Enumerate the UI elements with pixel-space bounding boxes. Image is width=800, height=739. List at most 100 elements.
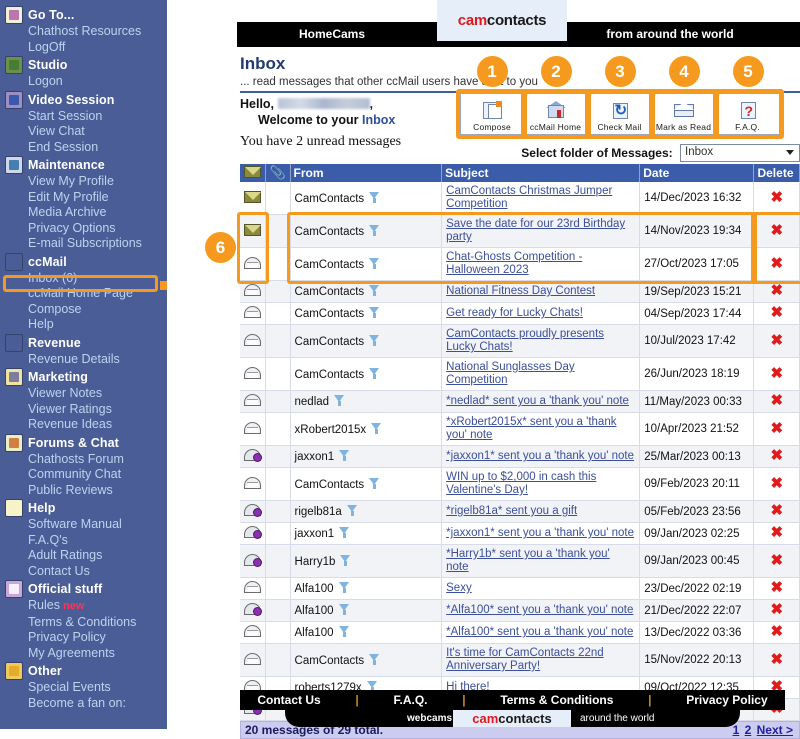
subject-link[interactable]: Sexy (446, 582, 472, 594)
filter-funnel-icon[interactable] (369, 192, 380, 203)
table-row[interactable]: CamContactsGet ready for Lucky Chats!04/… (240, 303, 800, 325)
footer-link-privacy-policy[interactable]: Privacy Policy (686, 693, 767, 707)
filter-funnel-icon[interactable] (369, 258, 380, 269)
delete-icon[interactable]: ✖ (770, 475, 783, 492)
filter-funnel-icon[interactable] (339, 604, 350, 615)
delete-icon[interactable]: ✖ (770, 189, 783, 206)
sidebar-item-chathosts-forum[interactable]: Chathosts Forum (0, 452, 167, 468)
delete-icon[interactable]: ✖ (770, 623, 783, 640)
filter-funnel-icon[interactable] (369, 368, 380, 379)
table-row[interactable]: rigelb81a*rigelb81a* sent you a gift05/F… (240, 501, 800, 523)
sidebar-item-adult-ratings[interactable]: Adult Ratings (0, 548, 167, 564)
subject-link[interactable]: CamContacts proudly presents Lucky Chats… (446, 328, 604, 353)
table-row[interactable]: CamContactsNational Sunglasses Day Compe… (240, 358, 800, 391)
filter-funnel-icon[interactable] (369, 225, 380, 236)
filter-funnel-icon[interactable] (334, 395, 345, 406)
delete-icon[interactable]: ✖ (770, 579, 783, 596)
footer-link-terms-conditions[interactable]: Terms & Conditions (500, 693, 613, 707)
compose-button[interactable]: Compose (460, 93, 524, 135)
sidebar-item-revenue-details[interactable]: Revenue Details (0, 352, 167, 368)
filter-funnel-icon[interactable] (369, 335, 380, 346)
subject-link[interactable]: National Sunglasses Day Competition (446, 361, 575, 386)
delete-icon[interactable]: ✖ (770, 255, 783, 272)
sidebar-item-privacy-policy[interactable]: Privacy Policy (0, 630, 167, 646)
sidebar-item-viewer-ratings[interactable]: Viewer Ratings (0, 402, 167, 418)
sidebar-item-view-my-profile[interactable]: View My Profile (0, 174, 167, 190)
delete-icon[interactable]: ✖ (770, 392, 783, 409)
sidebar-item-e-mail-subscriptions[interactable]: E-mail Subscriptions (0, 236, 167, 252)
footer-link-f-a-q[interactable]: F.A.Q. (394, 693, 428, 707)
subject-link[interactable]: *Alfa100* sent you a 'thank you' note (446, 604, 633, 616)
delete-icon[interactable]: ✖ (770, 552, 783, 569)
filter-funnel-icon[interactable] (340, 555, 351, 566)
table-row[interactable]: Harry1b*Harry1b* sent you a 'thank you' … (240, 545, 800, 578)
sidebar-item-start-session[interactable]: Start Session (0, 109, 167, 125)
subject-link[interactable]: Save the date for our 23rd Birthday part… (446, 218, 625, 243)
table-row[interactable]: xRobert2015x*xRobert2015x* sent you a 't… (240, 413, 800, 446)
table-row[interactable]: Alfa100Sexy23/Dec/2022 02:19✖ (240, 578, 800, 600)
sidebar-item-view-chat[interactable]: View Chat (0, 124, 167, 140)
table-row[interactable]: CamContactsCamContacts proudly presents … (240, 325, 800, 358)
sidebar-item-f-a-q-s[interactable]: F.A.Q's (0, 533, 167, 549)
filter-funnel-icon[interactable] (339, 626, 350, 637)
sidebar-item-rules[interactable]: Rules new (0, 598, 167, 615)
table-row[interactable]: CamContactsChat-Ghosts Competition - Hal… (240, 248, 800, 281)
sidebar-item-become-a-fan-on[interactable]: Become a fan on: (0, 696, 167, 712)
delete-icon[interactable]: ✖ (770, 420, 783, 437)
subject-link[interactable]: *Alfa100* sent you a 'thank you' note (446, 626, 633, 638)
folder-select[interactable]: Inbox (680, 144, 800, 162)
col-subject[interactable]: Subject (442, 164, 640, 182)
subject-link[interactable]: *xRobert2015x* sent you a 'thank you' no… (446, 416, 616, 441)
next-page-link[interactable]: Next > (757, 723, 793, 737)
delete-icon[interactable]: ✖ (770, 524, 783, 541)
table-row[interactable]: CamContactsSave the date for our 23rd Bi… (240, 215, 800, 248)
subject-link[interactable]: It's time for CamContacts 22nd Anniversa… (446, 647, 604, 672)
sidebar-item-community-chat[interactable]: Community Chat (0, 467, 167, 483)
filter-funnel-icon[interactable] (371, 423, 382, 434)
delete-icon[interactable]: ✖ (770, 447, 783, 464)
filter-funnel-icon[interactable] (339, 450, 350, 461)
filter-funnel-icon[interactable] (369, 478, 380, 489)
sidebar-item-help[interactable]: Help (0, 317, 167, 333)
delete-icon[interactable]: ✖ (770, 332, 783, 349)
sidebar-item-contact-us[interactable]: Contact Us (0, 564, 167, 580)
table-row[interactable]: jaxxon1*jaxxon1* sent you a 'thank you' … (240, 523, 800, 545)
footer-link-contact-us[interactable]: Contact Us (257, 693, 320, 707)
sidebar-item-viewer-notes[interactable]: Viewer Notes (0, 386, 167, 402)
filter-funnel-icon[interactable] (369, 654, 380, 665)
delete-icon[interactable]: ✖ (770, 502, 783, 519)
table-row[interactable]: Alfa100*Alfa100* sent you a 'thank you' … (240, 600, 800, 622)
check-mail-button[interactable]: Check Mail (588, 93, 652, 135)
col-from[interactable]: From (290, 164, 442, 182)
subject-link[interactable]: *Harry1b* sent you a 'thank you' note (446, 548, 610, 573)
f-a-q-button[interactable]: F.A.Q. (716, 93, 780, 135)
table-row[interactable]: Alfa100*Alfa100* sent you a 'thank you' … (240, 622, 800, 644)
delete-icon[interactable]: ✖ (770, 601, 783, 618)
delete-icon[interactable]: ✖ (770, 282, 783, 299)
subject-link[interactable]: CamContacts Christmas Jumper Competition (446, 185, 612, 210)
sidebar-item-public-reviews[interactable]: Public Reviews (0, 483, 167, 499)
subject-link[interactable]: *rigelb81a* sent you a gift (446, 505, 577, 517)
sidebar-item-privacy-options[interactable]: Privacy Options (0, 221, 167, 237)
delete-icon[interactable]: ✖ (770, 651, 783, 668)
sidebar-item-software-manual[interactable]: Software Manual (0, 517, 167, 533)
subject-link[interactable]: National Fitness Day Contest (446, 285, 595, 297)
sidebar-item-terms-conditions[interactable]: Terms & Conditions (0, 615, 167, 631)
sidebar-item-ccmail-home-page[interactable]: ccMail Home Page (0, 286, 167, 302)
sidebar-item-my-agreements[interactable]: My Agreements (0, 646, 167, 662)
sidebar-item-media-archive[interactable]: Media Archive (0, 205, 167, 221)
sidebar-item-compose[interactable]: Compose (0, 302, 167, 318)
ccmail-home-button[interactable]: ccMail Home (524, 93, 588, 135)
table-row[interactable]: CamContactsIt's time for CamContacts 22n… (240, 644, 800, 677)
sidebar-item-special-events[interactable]: Special Events (0, 680, 167, 696)
filter-funnel-icon[interactable] (339, 582, 350, 593)
mark-as-read-button[interactable]: Mark as Read (652, 93, 716, 135)
table-row[interactable]: CamContactsWIN up to $2,000 in cash this… (240, 468, 800, 501)
col-date[interactable]: Date (640, 164, 754, 182)
sidebar-item-revenue-ideas[interactable]: Revenue Ideas (0, 417, 167, 433)
sidebar-item-edit-my-profile[interactable]: Edit My Profile (0, 190, 167, 206)
table-row[interactable]: CamContactsCamContacts Christmas Jumper … (240, 182, 800, 215)
filter-funnel-icon[interactable] (369, 307, 380, 318)
sidebar-item-inbox-0[interactable]: Inbox (0) (0, 271, 167, 287)
subject-link[interactable]: *nedlad* sent you a 'thank you' note (446, 395, 629, 407)
